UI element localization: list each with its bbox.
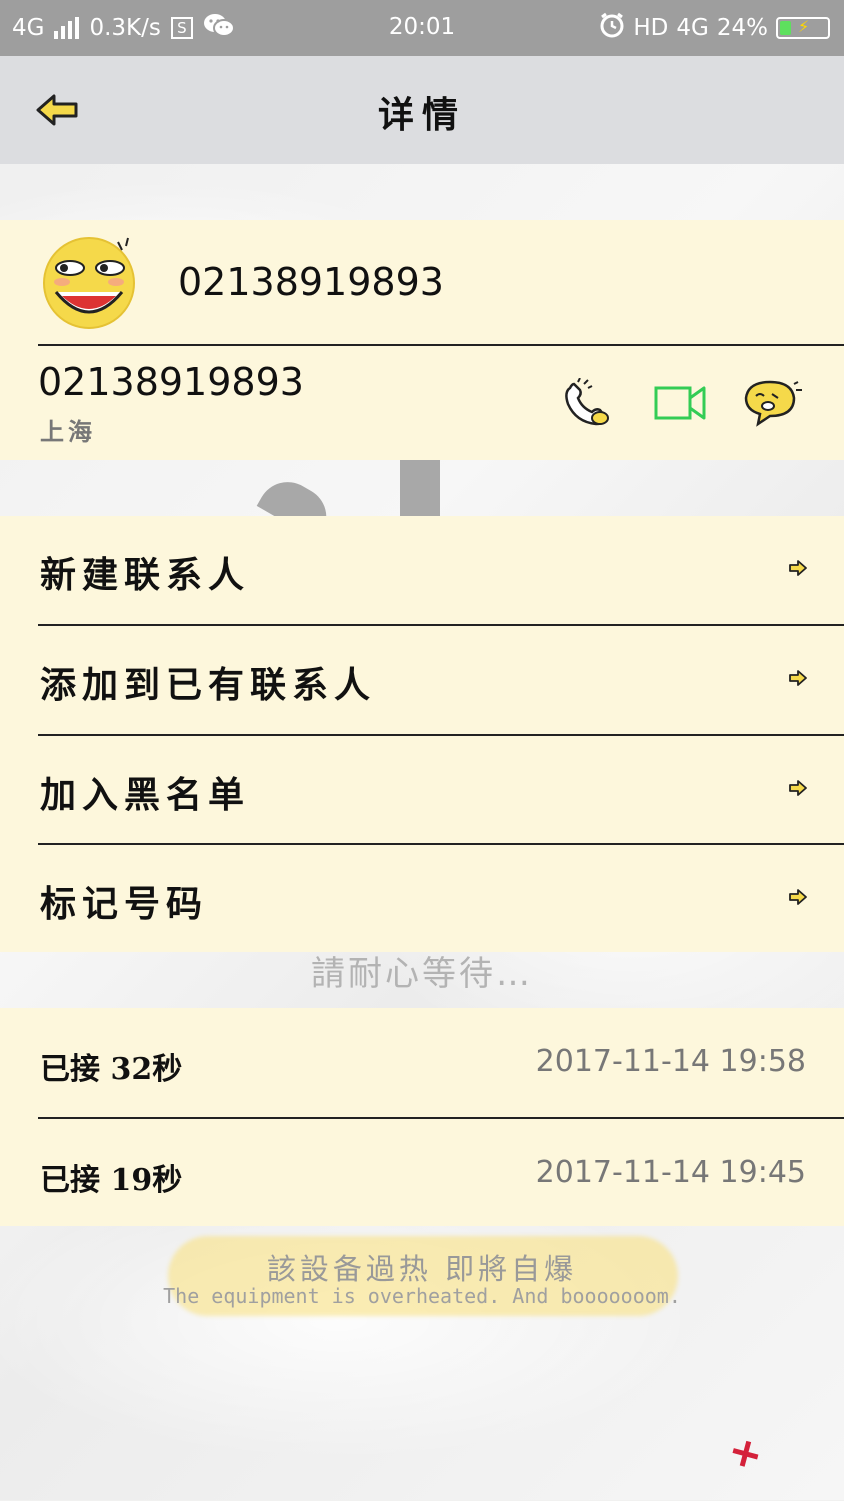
call-log-row[interactable]: 已接 32秒 2017-11-14 19:58 bbox=[0, 1008, 844, 1116]
menu-item-label: 新建联系人 bbox=[40, 554, 251, 596]
status-right: HD 4G 24% ⚡ bbox=[599, 12, 830, 44]
message-icon[interactable] bbox=[744, 378, 804, 428]
status-bar: 4G 0.3K/s S 20:01 HD 4G 24% ⚡ bbox=[0, 0, 844, 56]
wechat-icon bbox=[203, 12, 235, 44]
arrow-right-icon bbox=[789, 780, 807, 796]
arrow-right-icon bbox=[789, 670, 807, 686]
warning-text-en: The equipment is overheated. And boooooo… bbox=[163, 1284, 681, 1308]
network-type-right: 4G bbox=[676, 15, 709, 41]
background-decoration bbox=[400, 460, 440, 516]
call-log-card: 已接 32秒 2017-11-14 19:58 已接 19秒 2017-11-1… bbox=[0, 1008, 844, 1226]
menu-item-label: 添加到已有联系人 bbox=[40, 664, 377, 706]
menu-item-blacklist[interactable]: 加入黑名单 bbox=[0, 736, 844, 844]
smiley-avatar-icon bbox=[42, 236, 136, 330]
arrow-right-icon bbox=[789, 889, 807, 905]
status-left: 4G 0.3K/s S bbox=[12, 12, 235, 44]
alarm-icon bbox=[599, 12, 625, 44]
menu-item-label: 加入黑名单 bbox=[40, 774, 251, 816]
divider bbox=[38, 344, 844, 346]
warning-text-cn: 該設备過热 即將自爆 bbox=[266, 1252, 578, 1286]
contact-card: 02138919893 02138919893 上海 bbox=[0, 220, 844, 460]
menu-item-new-contact[interactable]: 新建联系人 bbox=[0, 516, 844, 624]
call-status: 已接 19秒 bbox=[40, 1163, 183, 1198]
battery-percent: 24% bbox=[716, 15, 768, 41]
network-type: 4G bbox=[12, 15, 45, 41]
call-log-row[interactable]: 已接 19秒 2017-11-14 19:45 bbox=[0, 1119, 844, 1227]
call-time: 2017-11-14 19:45 bbox=[535, 1155, 806, 1190]
menu-item-add-to-existing[interactable]: 添加到已有联系人 bbox=[0, 626, 844, 734]
phone-number[interactable]: 02138919893 bbox=[38, 360, 304, 404]
signal-icon bbox=[54, 17, 80, 39]
wait-text: 請耐心等待… bbox=[311, 954, 533, 994]
contact-name: 02138919893 bbox=[178, 260, 444, 304]
network-speed: 0.3K/s bbox=[89, 15, 161, 41]
app-header: 详情 bbox=[0, 56, 844, 164]
arrow-right-icon bbox=[789, 560, 807, 576]
video-call-icon[interactable] bbox=[654, 378, 714, 428]
hd-label: HD bbox=[633, 15, 669, 41]
call-status: 已接 32秒 bbox=[40, 1052, 183, 1087]
menu-card: 新建联系人 添加到已有联系人 加入黑名单 标记号码 bbox=[0, 516, 844, 952]
call-icon[interactable] bbox=[560, 377, 620, 428]
call-time: 2017-11-14 19:58 bbox=[535, 1044, 806, 1079]
menu-item-mark-number[interactable]: 标记号码 bbox=[0, 845, 844, 953]
s-app-icon: S bbox=[170, 17, 193, 39]
page-title: 详情 bbox=[377, 94, 466, 136]
menu-item-label: 标记号码 bbox=[40, 883, 209, 925]
battery-icon: ⚡ bbox=[776, 17, 830, 39]
phone-location: 上海 bbox=[40, 417, 96, 446]
